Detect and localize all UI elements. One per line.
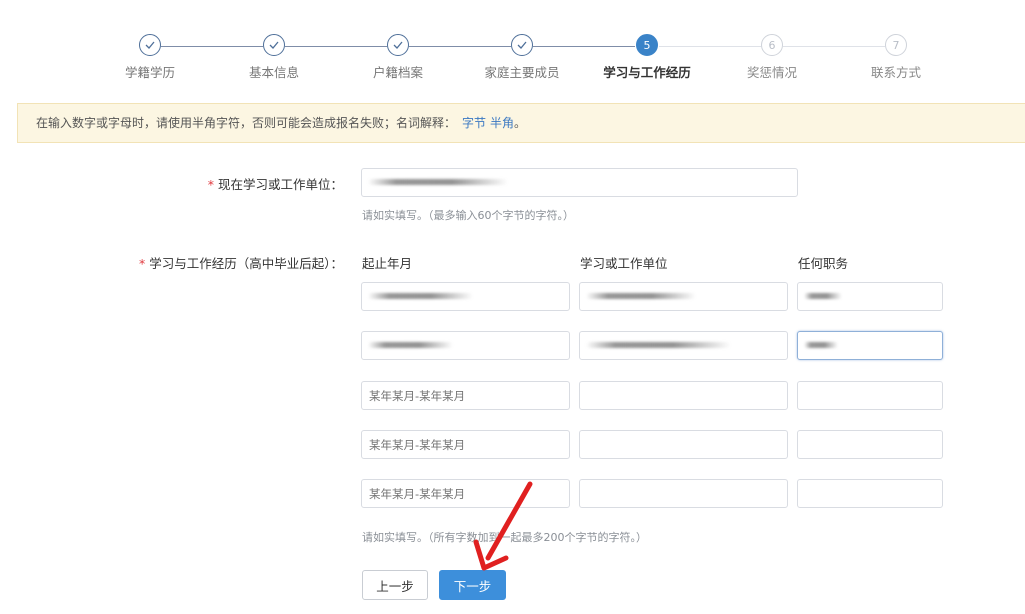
step-label: 联系方式	[870, 65, 921, 80]
next-step-button[interactable]: 下一步	[439, 570, 506, 600]
link-byte[interactable]: 字节	[462, 116, 486, 130]
position-input-2[interactable]	[797, 331, 943, 360]
notice-banner: 在输入数字或字母时，请使用半角字符，否则可能会造成报名失败；名词解释： 字节 半角。	[17, 103, 1025, 143]
unit-input-5[interactable]	[579, 479, 788, 508]
redacted-text	[368, 342, 453, 348]
period-input-5[interactable]	[361, 479, 570, 508]
unit-input-3[interactable]	[579, 381, 788, 410]
position-input-4[interactable]	[797, 430, 943, 459]
step-number: 6	[761, 34, 783, 56]
step-7: 7 联系方式	[836, 34, 956, 81]
step-label: 学习与工作经历	[603, 65, 691, 80]
step-label: 奖惩情况	[746, 65, 797, 80]
redacted-text	[804, 342, 838, 348]
check-icon	[139, 34, 161, 56]
unit-input-2[interactable]	[579, 331, 788, 360]
position-input-5[interactable]	[797, 479, 943, 508]
step-1[interactable]: 学籍学历	[90, 34, 210, 81]
redacted-text	[368, 179, 508, 185]
history-label: * 学习与工作经历（高中毕业后起）：	[139, 253, 343, 272]
step-5[interactable]: 5 学习与工作经历	[587, 34, 707, 81]
link-half-width[interactable]: 半角	[490, 116, 514, 130]
notice-end: 。	[514, 116, 527, 130]
period-input-1[interactable]	[361, 282, 570, 311]
check-icon	[511, 34, 533, 56]
step-2[interactable]: 基本信息	[214, 34, 334, 81]
progress-stepper: 学籍学历 基本信息 户籍档案 家庭主要成员 5 学习与工作经历 6 奖惩情况 7…	[0, 0, 1025, 100]
redacted-text	[804, 293, 842, 299]
period-input-3[interactable]	[361, 381, 570, 410]
period-input-4[interactable]	[361, 430, 570, 459]
step-6: 6 奖惩情况	[712, 34, 832, 81]
period-input-2[interactable]	[361, 331, 570, 360]
position-input-1[interactable]	[797, 282, 943, 311]
position-input-3[interactable]	[797, 381, 943, 410]
step-number: 5	[636, 34, 658, 56]
column-header-unit: 学习或工作单位	[580, 256, 668, 271]
label-text: 学习与工作经历（高中毕业后起）：	[149, 256, 343, 271]
current-unit-input[interactable]	[361, 168, 798, 197]
redacted-text	[586, 342, 731, 348]
step-label: 基本信息	[248, 65, 299, 80]
check-icon	[263, 34, 285, 56]
step-label: 学籍学历	[124, 65, 175, 80]
column-header-position: 任何职务	[798, 256, 849, 271]
step-label: 户籍档案	[372, 65, 423, 80]
current-unit-label: * 现在学习或工作单位：	[208, 174, 343, 193]
step-4[interactable]: 家庭主要成员	[462, 34, 582, 81]
step-label: 家庭主要成员	[484, 65, 560, 80]
redacted-text	[586, 293, 696, 299]
history-hint: 请如实填写。（所有字数加到一起最多200个字节的字符。）	[362, 531, 647, 544]
redacted-text	[368, 293, 473, 299]
notice-text: 在输入数字或字母时，请使用半角字符，否则可能会造成报名失败；名词解释：	[36, 116, 457, 130]
column-header-period: 起止年月	[362, 256, 413, 271]
step-3[interactable]: 户籍档案	[338, 34, 458, 81]
unit-input-1[interactable]	[579, 282, 788, 311]
unit-input-4[interactable]	[579, 430, 788, 459]
required-mark: *	[207, 177, 214, 192]
required-mark: *	[138, 256, 146, 271]
step-number: 7	[885, 34, 907, 56]
prev-step-button[interactable]: 上一步	[362, 570, 428, 600]
current-unit-hint: 请如实填写。（最多输入60个字节的字符。）	[362, 209, 574, 222]
check-icon	[387, 34, 409, 56]
label-text: 现在学习或工作单位：	[217, 177, 343, 192]
